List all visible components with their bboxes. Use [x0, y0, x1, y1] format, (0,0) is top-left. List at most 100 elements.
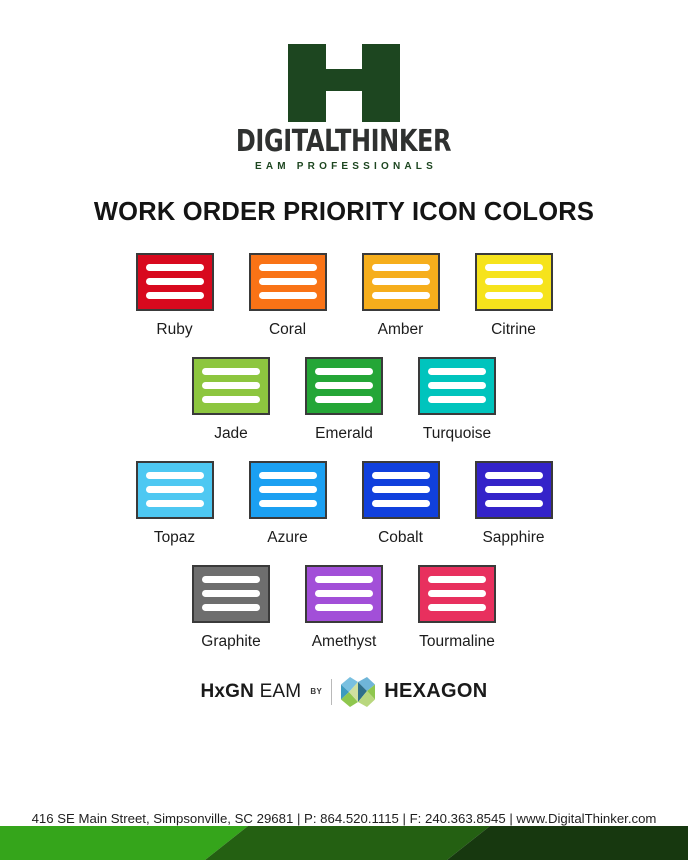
page-title: WORK ORDER PRIORITY ICON COLORS — [93, 197, 595, 226]
brand-tagline: EAM PROFESSIONALS — [255, 160, 437, 172]
priority-icon-line — [428, 590, 486, 597]
swatch-label: Tourmaline — [419, 632, 495, 650]
priority-icon-line — [202, 396, 260, 403]
swatch-cell-sapphire[interactable]: Sapphire — [457, 460, 570, 547]
swatch-label: Amethyst — [311, 632, 377, 650]
h-right-stem — [361, 44, 400, 122]
swatch-cell-citrine[interactable]: Citrine — [457, 252, 570, 339]
stripe-band-light — [0, 826, 248, 860]
h-crossbar — [325, 69, 362, 91]
priority-icon-line — [428, 368, 486, 375]
swatch-row: Jade Emerald Turquoise — [175, 356, 514, 443]
priority-icon-cobalt[interactable] — [361, 460, 440, 519]
priority-icon-line — [484, 472, 543, 479]
swatch-cell-tourmaline[interactable]: Tourmaline — [401, 564, 514, 651]
hexagon-facet-logo-icon — [341, 676, 376, 707]
swatch-cell-azure[interactable]: Azure — [231, 460, 344, 547]
priority-icon-sapphire[interactable] — [474, 460, 553, 519]
priority-icon-line — [484, 486, 543, 493]
poster-page: DIGITALTHINKER EAM PROFESSIONALS WORK OR… — [0, 0, 688, 860]
priority-icon-line — [145, 472, 204, 479]
priority-icon-line — [371, 278, 430, 285]
hxgn-bold-text: HxGN — [200, 680, 255, 702]
priority-icon-amber[interactable] — [361, 252, 440, 311]
brand-wordmark: DIGITALTHINKER — [236, 124, 452, 159]
hxgn-eam-text: HxGN EAM — [200, 681, 301, 703]
swatch-label: Amber — [377, 320, 424, 338]
priority-icon-line — [315, 396, 373, 403]
priority-icon-line — [258, 486, 317, 493]
priority-icon-line — [258, 264, 317, 271]
priority-icon-line — [484, 278, 543, 285]
swatch-cell-amethyst[interactable]: Amethyst — [288, 564, 401, 651]
priority-icon-line — [258, 500, 317, 507]
priority-icon-line — [315, 382, 373, 389]
swatch-cell-graphite[interactable]: Graphite — [175, 564, 288, 651]
priority-icon-line — [315, 604, 373, 611]
swatch-label: Cobalt — [378, 528, 423, 546]
priority-icon-line — [428, 382, 486, 389]
by-label: BY — [310, 687, 323, 696]
swatch-cell-amber[interactable]: Amber — [344, 252, 457, 339]
swatch-row: Topaz Azure Cobalt Sapphire — [118, 460, 570, 547]
priority-icon-line — [145, 486, 204, 493]
swatch-grid: Ruby Coral Amber Citrine Jade Emerald Turquois… — [0, 252, 688, 669]
priority-icon-emerald[interactable] — [305, 356, 383, 415]
priority-icon-line — [371, 292, 430, 299]
priority-icon-line — [145, 292, 204, 299]
swatch-label: Citrine — [491, 320, 536, 338]
priority-icon-line — [371, 500, 430, 507]
address-line: 416 SE Main Street, Simpsonville, SC 296… — [31, 811, 657, 826]
priority-icon-line — [371, 472, 430, 479]
swatch-label: Sapphire — [482, 528, 545, 546]
priority-icon-line — [145, 278, 204, 285]
priority-icon-ruby[interactable] — [135, 252, 214, 311]
priority-icon-line — [428, 396, 486, 403]
swatch-cell-cobalt[interactable]: Cobalt — [344, 460, 457, 547]
swatch-label: Graphite — [201, 632, 261, 650]
priority-icon-turquoise[interactable] — [418, 356, 496, 415]
priority-icon-citrine[interactable] — [474, 252, 553, 311]
swatch-row: Graphite Amethyst Tourmaline — [175, 564, 514, 651]
priority-icon-coral[interactable] — [248, 252, 327, 311]
priority-icon-line — [258, 292, 317, 299]
priority-icon-line — [371, 264, 430, 271]
priority-icon-line — [258, 472, 317, 479]
priority-icon-line — [484, 264, 543, 271]
priority-icon-line — [145, 500, 204, 507]
swatch-row: Ruby Coral Amber Citrine — [118, 252, 570, 339]
priority-icon-line — [202, 590, 260, 597]
priority-icon-tourmaline[interactable] — [418, 564, 496, 623]
swatch-cell-jade[interactable]: Jade — [175, 356, 288, 443]
priority-icon-line — [145, 264, 204, 271]
priority-icon-line — [315, 590, 373, 597]
lockup-divider — [331, 678, 333, 705]
swatch-label: Ruby — [156, 320, 193, 338]
priority-icon-line — [371, 486, 430, 493]
brand-logo-block: DIGITALTHINKER EAM PROFESSIONALS — [209, 44, 478, 172]
priority-icon-line — [202, 604, 260, 611]
priority-icon-amethyst[interactable] — [305, 564, 383, 623]
swatch-cell-emerald[interactable]: Emerald — [288, 356, 401, 443]
priority-icon-line — [484, 500, 543, 507]
priority-icon-graphite[interactable] — [192, 564, 270, 623]
swatch-cell-ruby[interactable]: Ruby — [118, 252, 231, 339]
swatch-cell-coral[interactable]: Coral — [231, 252, 344, 339]
priority-icon-line — [484, 292, 543, 299]
priority-icon-topaz[interactable] — [135, 460, 214, 519]
swatch-cell-topaz[interactable]: Topaz — [118, 460, 231, 547]
swatch-label: Coral — [268, 320, 307, 338]
priority-icon-line — [202, 368, 260, 375]
swatch-cell-turquoise[interactable]: Turquoise — [401, 356, 514, 443]
swatch-label: Jade — [214, 424, 248, 442]
priority-icon-azure[interactable] — [248, 460, 327, 519]
hxgn-eam-lockup: HxGN EAM BY HEXAGON — [200, 676, 488, 707]
swatch-label: Emerald — [315, 424, 373, 442]
hexagon-wordmark: HEXAGON — [384, 680, 488, 702]
bottom-stripe — [0, 826, 688, 860]
priority-icon-line — [315, 576, 373, 583]
priority-icon-line — [202, 382, 260, 389]
priority-icon-jade[interactable] — [192, 356, 270, 415]
hxgn-light-text: EAM — [259, 680, 302, 702]
priority-icon-line — [258, 278, 317, 285]
